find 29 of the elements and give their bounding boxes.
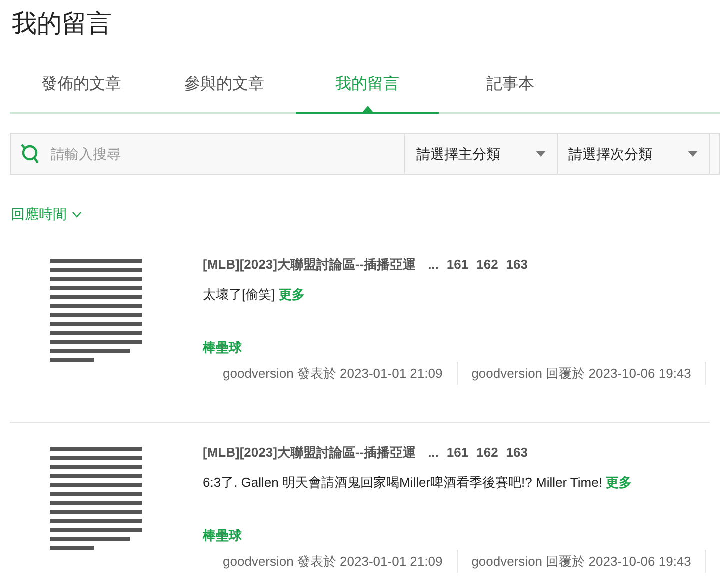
posted-info: goodversion 發表於 2023-01-01 21:09 bbox=[203, 362, 458, 385]
page-ellipsis: ... bbox=[428, 256, 439, 274]
page-title: 我的留言 bbox=[11, 9, 113, 40]
page-link[interactable]: 162 bbox=[476, 443, 498, 462]
active-tab-pointer-icon bbox=[362, 106, 372, 112]
page-ellipsis: ... bbox=[428, 444, 439, 462]
page-link[interactable]: 161 bbox=[446, 255, 469, 274]
chevron-down-icon bbox=[72, 212, 82, 218]
page-link[interactable]: 163 bbox=[506, 255, 528, 274]
comment-text: 6:3了. Gallen 明天會請酒鬼回家喝Miller啤酒看季後賽吧!? Miller Time! bbox=[203, 474, 602, 490]
replied-info: goodversion 回覆於 2023-10-06 19:43 bbox=[458, 362, 706, 385]
tab[interactable]: 參與的文章 bbox=[153, 68, 296, 114]
replied-info: goodversion 回覆於 2023-10-06 19:43 bbox=[458, 550, 706, 573]
posted-info: goodversion 發表於 2023-01-01 21:09 bbox=[203, 550, 458, 573]
thread-link[interactable]: [MLB][2023]大聯盟討論區--插播亞運 bbox=[203, 255, 416, 274]
caret-icon bbox=[536, 151, 546, 157]
comment-text: 太壞了[偷笑] bbox=[203, 286, 276, 302]
tab[interactable]: 發佈的文章 bbox=[10, 68, 153, 114]
search-field[interactable]: 請輸入搜尋 bbox=[10, 133, 406, 175]
page-link[interactable]: 163 bbox=[506, 443, 528, 462]
page-link[interactable]: 162 bbox=[476, 255, 498, 274]
page-link[interactable]: 161 bbox=[446, 443, 469, 462]
tab[interactable]: 記事本 bbox=[439, 68, 582, 114]
thread-link[interactable]: [MLB][2023]大聯盟討論區--插播亞運 bbox=[203, 443, 416, 462]
category-dropdown[interactable]: 請選擇主分類 bbox=[405, 133, 558, 175]
caret-icon bbox=[688, 151, 698, 157]
search-input[interactable]: 請輸入搜尋 bbox=[51, 144, 351, 164]
search-icon bbox=[21, 144, 39, 164]
category-dropdown[interactable]: 請選擇次分類 bbox=[558, 133, 710, 175]
